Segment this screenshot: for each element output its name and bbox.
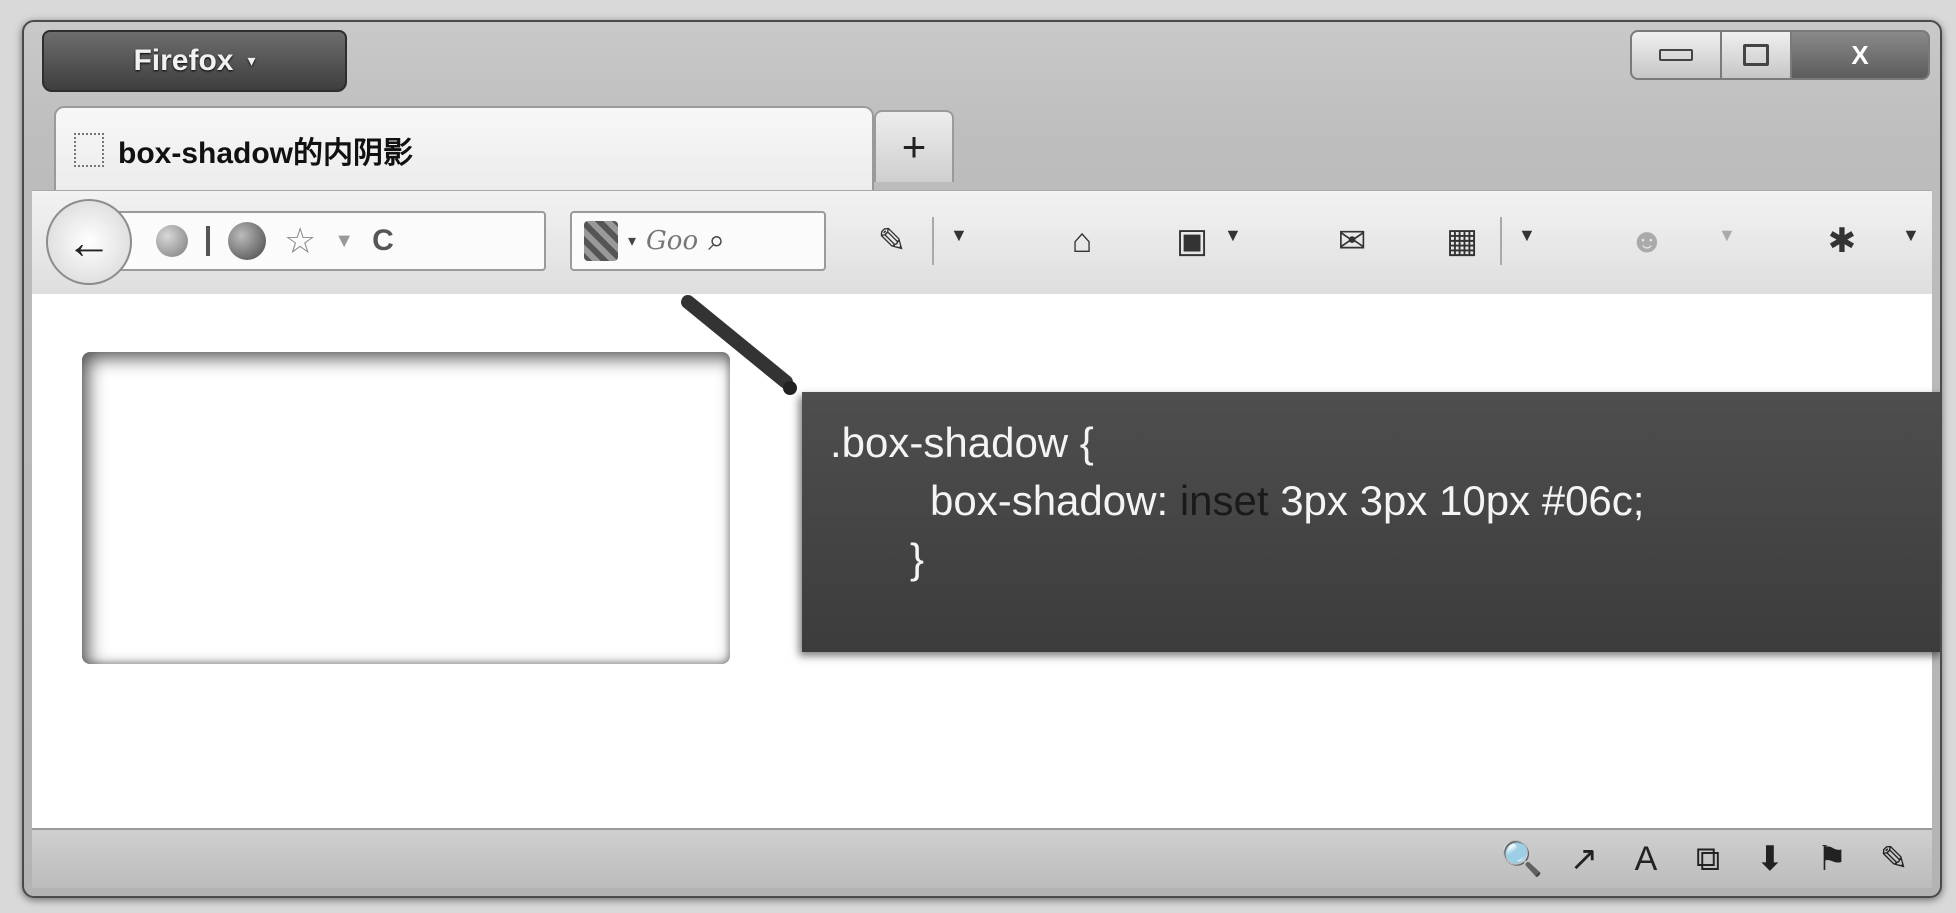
page-favicon-icon [74, 133, 104, 167]
minimize-button[interactable] [1630, 30, 1722, 80]
chevron-down-icon[interactable]: ▼ [1224, 225, 1242, 246]
search-engine-icon[interactable] [584, 221, 618, 261]
browser-window: Firefox ▾ X box-shadow的内阴影 + ← ☆ ▼ C ▾ G… [22, 20, 1942, 898]
tab-title: box-shadow的内阴影 [118, 137, 414, 170]
dropdown-arrow-icon[interactable]: ▼ [334, 230, 354, 253]
back-button[interactable]: ← [46, 199, 132, 285]
mail-icon[interactable]: ✉ [1322, 213, 1382, 269]
chevron-down-icon[interactable]: ▼ [950, 225, 968, 246]
pen-tool-icon[interactable]: ✎ [862, 213, 922, 269]
bookmark-star-outline-icon[interactable]: ☆ [284, 220, 316, 262]
chevron-down-icon[interactable]: ▼ [1718, 225, 1736, 246]
firefox-menu-button[interactable]: Firefox ▾ [42, 30, 347, 92]
font-icon[interactable]: A [1624, 840, 1668, 879]
user-icon[interactable]: ☻ [1612, 213, 1682, 269]
search-box[interactable]: ▾ Goo ⌕ [570, 211, 826, 271]
code-property: box-shadow: [930, 477, 1180, 524]
maximize-icon [1743, 44, 1769, 66]
search-placeholder: Goo [646, 226, 699, 256]
bookmark-star-icon[interactable]: ▣ [1162, 213, 1222, 269]
home-icon[interactable]: ⌂ [1052, 213, 1112, 269]
tab-active[interactable]: box-shadow的内阴影 [54, 106, 874, 192]
navigation-toolbar: ← ☆ ▼ C ▾ Goo ⌕ ✎ ▼ ⌂ ▣ ▼ ✉ ▦ ▼ ☻ ▼ ✱ ▼ [32, 190, 1932, 297]
toolbar-separator [1500, 217, 1502, 265]
close-button[interactable]: X [1792, 30, 1930, 80]
search-engine-dropdown-icon[interactable]: ▾ [628, 231, 636, 251]
site-identity-icon[interactable] [228, 222, 266, 260]
page-content: .box-shadow { box-shadow: inset 3px 3px … [32, 294, 1940, 834]
callout-arrow-icon [681, 295, 797, 395]
bug-icon[interactable]: ✱ [1812, 213, 1872, 269]
url-bar[interactable]: ☆ ▼ C [114, 211, 546, 271]
globe-icon [156, 225, 188, 257]
text-cursor-icon [206, 226, 210, 256]
search-icon[interactable]: ⌕ [708, 224, 725, 258]
chevron-down-icon[interactable]: ▼ [1902, 225, 1920, 246]
apps-grid-icon[interactable]: ▦ [1432, 213, 1492, 269]
back-arrow-icon: ← [66, 216, 112, 268]
open-external-icon[interactable]: ↗ [1562, 839, 1606, 879]
chevron-down-icon: ▾ [247, 53, 256, 70]
download-icon[interactable]: ⬇ [1748, 839, 1792, 879]
brush-icon[interactable]: ✎ [1872, 839, 1916, 879]
close-icon: X [1851, 39, 1869, 70]
minimize-icon [1659, 49, 1693, 61]
code-line-selector: .box-shadow { [830, 419, 1094, 466]
code-keyword-inset: inset [1179, 477, 1269, 524]
windows-icon[interactable]: ⧉ [1686, 840, 1730, 879]
maximize-button[interactable] [1722, 30, 1792, 80]
inset-shadow-demo-box [82, 352, 730, 664]
firefox-menu-label: Firefox [133, 44, 234, 77]
css-code-callout: .box-shadow { box-shadow: inset 3px 3px … [802, 392, 1940, 652]
status-bar: 🔍 ↗ A ⧉ ⬇ ⚑ ✎ [32, 828, 1932, 888]
toolbar-separator [932, 217, 934, 265]
code-values: 3px 3px 10px #06c; [1268, 477, 1645, 524]
plus-icon: + [901, 123, 927, 170]
zoom-icon[interactable]: 🔍 [1500, 839, 1544, 879]
flag-icon[interactable]: ⚑ [1810, 839, 1854, 879]
chevron-down-icon[interactable]: ▼ [1518, 225, 1536, 246]
code-line-declaration: box-shadow: inset 3px 3px 10px #06c; [830, 472, 1940, 530]
new-tab-button[interactable]: + [874, 110, 954, 182]
reload-icon[interactable]: C [372, 224, 394, 258]
window-controls: X [1630, 30, 1930, 80]
code-line-close: } [910, 535, 925, 582]
